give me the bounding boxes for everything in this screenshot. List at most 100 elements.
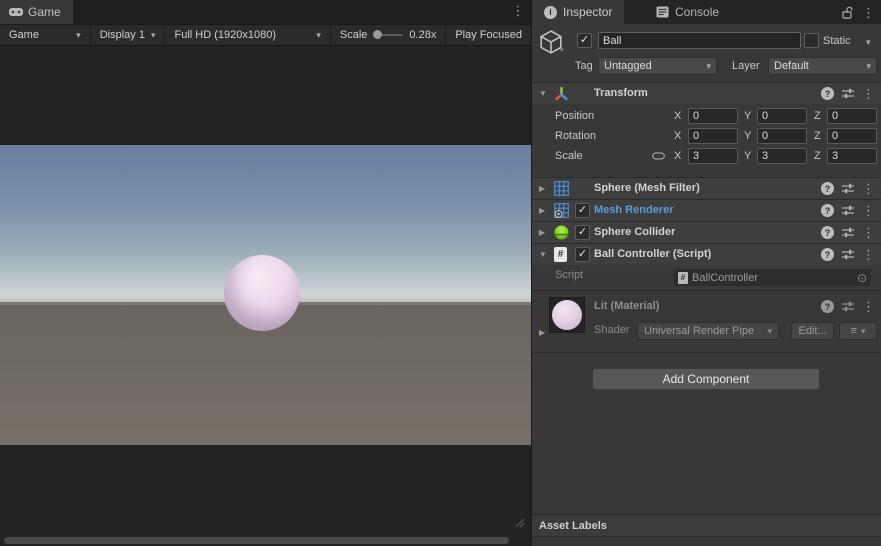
foldout-open-icon[interactable]: ▼ <box>539 250 547 259</box>
script-file-icon: # <box>678 271 688 284</box>
scale-x-field[interactable] <box>688 148 738 164</box>
chevron-down-icon: ▾ <box>316 29 321 40</box>
presets-icon[interactable] <box>842 88 854 99</box>
scale-z-field[interactable] <box>827 148 877 164</box>
position-x-field[interactable] <box>688 108 738 124</box>
sphere-collider-icon <box>554 225 569 240</box>
mesh-renderer-header[interactable]: ▶ ✓ Mesh Renderer ? ⋮ <box>532 199 881 221</box>
position-y-field[interactable] <box>757 108 807 124</box>
shader-edit-button[interactable]: Edit... <box>791 322 834 340</box>
foldout-closed-icon[interactable]: ▶ <box>539 206 545 215</box>
chevron-down-icon: ▾ <box>706 60 711 71</box>
play-focused-dropdown[interactable]: Play Focused <box>446 25 531 45</box>
resolution-dropdown[interactable]: Full HD (1920x1080) ▾ <box>165 25 329 45</box>
presets-icon[interactable] <box>842 249 854 260</box>
transform-icon <box>555 86 568 101</box>
name-field[interactable] <box>598 32 801 49</box>
presets-icon[interactable] <box>842 301 854 312</box>
cube-dropdown-icon[interactable]: ▾ <box>560 46 564 54</box>
sphere-collider-checkbox[interactable]: ✓ <box>575 225 590 240</box>
game-panel-menu-icon[interactable]: ⋮ <box>511 3 525 19</box>
material-menu-icon[interactable]: ⋮ <box>862 300 875 313</box>
script-icon: # <box>554 247 567 262</box>
unlock-icon[interactable] <box>842 6 853 19</box>
scale-control: Scale 0.28x <box>331 25 445 45</box>
help-icon[interactable]: ? <box>821 182 834 195</box>
foldout-closed-icon[interactable]: ▶ <box>539 328 545 337</box>
ball-controller-checkbox[interactable]: ✓ <box>575 247 590 262</box>
help-icon[interactable]: ? <box>821 87 834 100</box>
resize-grip-icon[interactable] <box>515 518 525 528</box>
script-row: Script # BallController ⊙ <box>532 267 881 287</box>
chevron-down-icon: ▾ <box>767 325 772 336</box>
static-checkbox[interactable] <box>804 33 819 48</box>
material-title: Lit (Material) <box>594 300 660 312</box>
horizontal-scrollbar[interactable] <box>4 537 509 544</box>
tab-console[interactable]: Console <box>644 0 731 24</box>
layer-dropdown[interactable]: Default ▾ <box>768 57 877 75</box>
component-menu-icon[interactable]: ⋮ <box>862 204 875 217</box>
active-checkbox[interactable]: ✓ <box>577 33 592 48</box>
presets-icon[interactable] <box>842 205 854 216</box>
display-mode-dropdown[interactable]: Game ▾ <box>0 25 90 45</box>
info-icon: i <box>544 5 557 19</box>
tag-dropdown[interactable]: Untagged ▾ <box>598 57 717 75</box>
inspector-panel: i Inspector Console ⋮ ▾ ✓ Static ▾ Tag U… <box>531 0 881 546</box>
gameobject-cube-icon[interactable] <box>540 30 562 54</box>
rotation-x-field[interactable] <box>688 128 738 144</box>
add-component-button[interactable]: Add Component <box>592 368 820 390</box>
scale-value: 0.28x <box>409 29 437 41</box>
ball-controller-header[interactable]: ▼ # ✓ Ball Controller (Script) ? ⋮ <box>532 243 881 265</box>
asset-labels-bar[interactable]: Asset Labels <box>532 514 881 537</box>
tab-inspector[interactable]: i Inspector <box>532 0 625 24</box>
mesh-renderer-checkbox[interactable]: ✓ <box>575 203 590 218</box>
help-icon[interactable]: ? <box>821 204 834 217</box>
presets-icon[interactable] <box>842 227 854 238</box>
component-menu-icon[interactable]: ⋮ <box>862 226 875 239</box>
layer-label: Layer <box>732 60 760 72</box>
material-list-dropdown[interactable]: ≡ ▾ <box>839 322 877 340</box>
foldout-closed-icon[interactable]: ▶ <box>539 184 545 193</box>
help-icon[interactable]: ? <box>821 226 834 239</box>
game-viewport <box>0 46 531 546</box>
tag-label: Tag <box>575 60 593 72</box>
display-select-dropdown[interactable]: Display 1 ▾ <box>91 25 165 45</box>
static-label: Static <box>823 35 851 47</box>
scale-y-field[interactable] <box>757 148 807 164</box>
scale-slider-knob[interactable] <box>373 30 383 39</box>
object-picker-icon[interactable]: ⊙ <box>857 271 867 285</box>
link-scale-icon[interactable] <box>652 152 665 160</box>
inspector-tabbar: i Inspector Console ⋮ <box>532 0 881 24</box>
game-tab-label: Game <box>28 5 61 19</box>
foldout-open-icon[interactable]: ▼ <box>539 89 547 98</box>
foldout-closed-icon[interactable]: ▶ <box>539 228 545 237</box>
help-icon[interactable]: ? <box>821 248 834 261</box>
component-menu-icon[interactable]: ⋮ <box>862 87 875 100</box>
static-dropdown-icon[interactable]: ▾ <box>866 37 871 48</box>
rotation-z-field[interactable] <box>827 128 877 144</box>
sphere-collider-header[interactable]: ▶ ✓ Sphere Collider ? ⋮ <box>532 221 881 243</box>
mesh-filter-header[interactable]: ▶ Sphere (Mesh Filter) ? ⋮ <box>532 177 881 199</box>
component-menu-icon[interactable]: ⋮ <box>862 248 875 261</box>
transform-header[interactable]: ▼ Transform ? ⋮ <box>532 82 881 104</box>
component-menu-icon[interactable]: ⋮ <box>862 182 875 195</box>
presets-icon[interactable] <box>842 183 854 194</box>
game-panel: Game ⋮ Game ▾ Display 1 ▾ Full HD (1920x… <box>0 0 531 546</box>
game-toolbar: Game ▾ Display 1 ▾ Full HD (1920x1080) ▾… <box>0 24 531 46</box>
tabbar-controls: ⋮ <box>842 0 875 24</box>
section-divider <box>532 352 881 353</box>
scale-slider[interactable] <box>373 30 404 39</box>
script-object-field[interactable]: # BallController ⊙ <box>674 269 871 286</box>
material-preview[interactable] <box>549 297 585 333</box>
inspector-menu-icon[interactable]: ⋮ <box>862 6 875 19</box>
rotation-y-field[interactable] <box>757 128 807 144</box>
help-icon[interactable]: ? <box>821 300 834 313</box>
mesh-renderer-icon <box>554 203 569 218</box>
material-section: Lit (Material) ? ⋮ ▶ Shader Universal Re… <box>532 291 881 349</box>
material-preview-sphere <box>552 300 582 330</box>
gamepad-icon <box>9 8 23 16</box>
tab-game[interactable]: Game <box>0 0 73 24</box>
position-z-field[interactable] <box>827 108 877 124</box>
game-render-frame <box>0 145 531 445</box>
shader-dropdown[interactable]: Universal Render Pipe ▾ <box>637 322 779 340</box>
